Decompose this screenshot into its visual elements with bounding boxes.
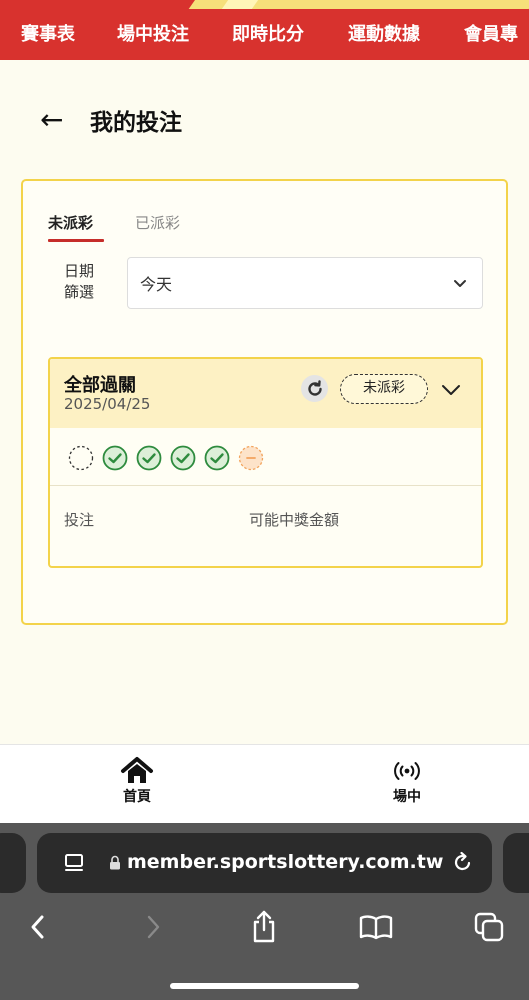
date-filter-label-line1: 日期: [63, 262, 94, 280]
date-filter-label: 日期 篩選: [58, 261, 100, 303]
bets-panel: 未派彩 已派彩 日期 篩選 今天 全部過關 2025/04/25 未派彩 投注 …: [21, 179, 508, 625]
tab-unsettled[interactable]: 未派彩: [48, 213, 93, 233]
bottom-nav-live-label: 場中: [393, 789, 421, 805]
nav-item-live-betting[interactable]: 場中投注: [117, 21, 189, 49]
page-menu-icon[interactable]: [63, 852, 85, 874]
chevron-down-icon[interactable]: [440, 379, 462, 401]
chevron-left-icon: [31, 915, 44, 939]
lock-icon: [110, 855, 120, 870]
previous-tab-pill[interactable]: [0, 833, 26, 893]
status-badge: 未派彩: [340, 374, 428, 404]
chevron-down-icon: [454, 280, 466, 287]
home-indicator[interactable]: [170, 983, 359, 989]
refresh-icon: [307, 379, 322, 396]
share-icon: [253, 910, 275, 943]
browser-back-button[interactable]: [18, 909, 58, 945]
active-tab-indicator: [48, 239, 104, 242]
bottom-nav-home[interactable]: 首頁: [97, 755, 177, 807]
book-icon: [359, 915, 393, 940]
next-tab-pill[interactable]: [503, 833, 529, 893]
url-text: member.sportslottery.com.tw: [127, 851, 444, 873]
bottom-nav-live[interactable]: 場中: [367, 755, 447, 807]
top-nav-items: 賽事表 場中投注 即時比分 運動數據 會員專: [0, 21, 529, 51]
potential-payout-label: 可能中獎金額: [249, 511, 340, 529]
minus-circle-icon: [237, 444, 264, 471]
bottom-nav: 首頁 場中: [0, 744, 529, 823]
bet-type: 全部過關: [64, 375, 136, 396]
stake-label: 投注: [64, 511, 95, 529]
tabs-icon: [474, 912, 504, 942]
live-broadcast-icon: [367, 755, 447, 787]
home-icon: [97, 755, 177, 787]
date-filter-label-line2: 篩選: [63, 283, 94, 301]
url-bar[interactable]: member.sportslottery.com.tw: [37, 833, 492, 893]
back-arrow-icon[interactable]: ←: [40, 102, 90, 138]
reload-icon[interactable]: [451, 850, 475, 874]
bottom-nav-home-label: 首頁: [123, 789, 151, 805]
date-filter-select[interactable]: 今天: [127, 257, 483, 309]
browser-forward-button[interactable]: [133, 909, 173, 945]
check-circle-icon: [135, 444, 162, 471]
browser-chrome: member.sportslottery.com.tw: [0, 823, 529, 1000]
nav-item-member[interactable]: 會員專: [464, 21, 518, 49]
check-circle-icon: [203, 444, 230, 471]
nav-item-sports-data[interactable]: 運動數據: [348, 21, 420, 49]
bookmarks-button[interactable]: [356, 909, 396, 945]
tab-settled[interactable]: 已派彩: [135, 213, 180, 233]
bet-card[interactable]: 全部過關 2025/04/25 未派彩 投注 可能中獎金額: [48, 357, 483, 568]
share-button[interactable]: [244, 909, 284, 945]
bet-card-header: 全部過關 2025/04/25 未派彩: [50, 359, 481, 428]
top-nav-bar: 賽事表 場中投注 即時比分 運動數據 會員專: [0, 0, 529, 60]
card-divider: [50, 485, 481, 486]
check-circle-icon: [169, 444, 196, 471]
nav-item-live-scores[interactable]: 即時比分: [232, 21, 304, 49]
bet-legs: [67, 444, 271, 471]
tabs-button[interactable]: [469, 909, 509, 945]
refresh-button[interactable]: [301, 375, 328, 402]
chevron-right-icon: [147, 915, 160, 939]
top-nav-decoration-highlight: [221, 0, 259, 9]
date-filter-value: 今天: [140, 275, 173, 294]
page-title: 我的投注: [90, 110, 182, 136]
bet-date: 2025/04/25: [64, 395, 151, 413]
dashed-circle-icon: [67, 444, 94, 471]
check-circle-icon: [101, 444, 128, 471]
page-header: ← 我的投注: [40, 102, 182, 138]
nav-item-schedule[interactable]: 賽事表: [21, 21, 75, 49]
